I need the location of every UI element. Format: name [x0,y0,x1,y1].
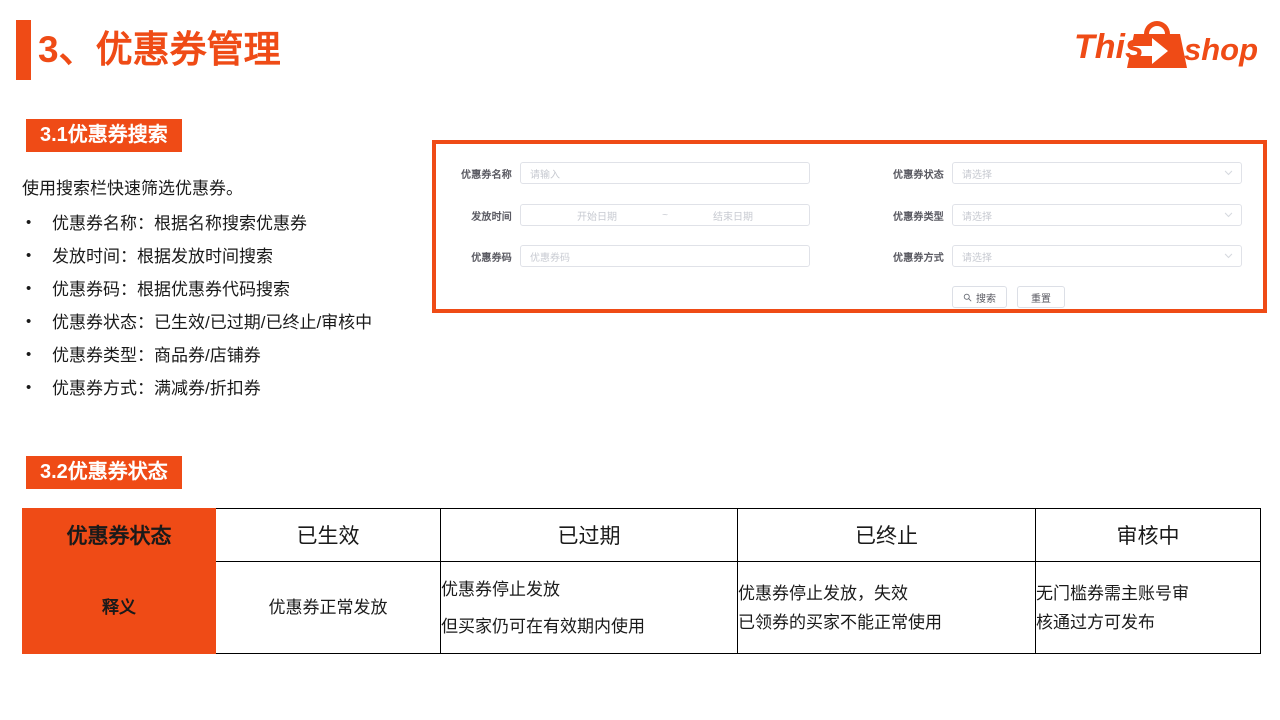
list-item: 优惠券名称：根据名称搜索优惠券 [22,206,442,240]
coupon-status-placeholder: 请选择 [962,169,992,181]
issue-time-start-placeholder: 开始日期 [577,211,617,223]
table-cell-status-0: 已生效 [215,508,441,562]
table-cell-meaning-1: 优惠券停止发放 但买家仍可在有效期内使用 [440,561,738,654]
field-row-coupon-status: 优惠券状态 请选择 [892,162,1242,184]
table-cell-status-1: 已过期 [440,508,738,562]
reset-button-label: 重置 [1031,293,1051,305]
list-item: 优惠券码：根据优惠券代码搜索 [22,272,442,306]
table-row-label-status: 优惠券状态 [22,508,216,562]
search-bullet-list: 优惠券名称：根据名称搜索优惠券 发放时间：根据发放时间搜索 优惠券码：根据优惠券… [22,206,442,405]
table-cell-status-3: 审核中 [1035,508,1261,562]
label-coupon-status: 优惠券状态 [893,169,944,181]
chevron-down-icon [1224,169,1233,178]
field-row-coupon-name: 优惠券名称 请输入 [460,162,810,184]
brand-logo: This shop This shop [1072,16,1262,74]
page-title: 3、优惠券管理 [38,29,281,70]
coupon-type-placeholder: 请选择 [962,211,992,223]
coupon-name-input[interactable]: 请输入 [520,162,810,184]
date-range-separator: ~ [662,209,668,221]
coupon-type-select[interactable]: 请选择 [952,204,1242,226]
coupon-search-panel: 优惠券名称 请输入 发放时间 开始日期 ~ 结束日期 优惠券码 优惠券码 优惠券… [432,140,1267,313]
title-accent-bar [16,20,31,80]
list-item: 优惠券状态：已生效/已过期/已终止/审核中 [22,305,442,339]
chevron-down-icon [1224,252,1233,261]
panel-action-buttons: 搜索 重置 [952,286,1065,308]
field-row-coupon-code: 优惠券码 优惠券码 [460,245,810,267]
search-button[interactable]: 搜索 [952,286,1007,308]
search-description-block: 使用搜索栏快速筛选优惠券。 优惠券名称：根据名称搜索优惠券 发放时间：根据发放时… [22,175,442,405]
field-row-coupon-type: 优惠券类型 请选择 [892,204,1242,226]
coupon-code-placeholder: 优惠券码 [530,252,570,264]
table-cell-meaning-2: 优惠券停止发放，失效 已领券的买家不能正常使用 [737,561,1036,654]
coupon-name-placeholder: 请输入 [530,169,560,181]
issue-time-range-picker[interactable]: 开始日期 ~ 结束日期 [520,204,810,226]
coupon-status-table: 优惠券状态 已生效 已过期 已终止 审核中 释义 优惠券正常发放 优惠券停止发放… [22,508,1261,654]
section-chip-status: 3.2优惠券状态 [26,456,182,489]
label-coupon-name: 优惠券名称 [461,169,512,181]
table-row: 释义 优惠券正常发放 优惠券停止发放 但买家仍可在有效期内使用 优惠券停止发放，… [22,561,1261,654]
list-item: 发放时间：根据发放时间搜索 [22,239,442,273]
table-cell-meaning-3: 无门槛券需主账号审 核通过方可发布 [1035,561,1261,654]
table-row-label-meaning: 释义 [22,561,216,654]
issue-time-end-placeholder: 结束日期 [713,211,753,223]
label-coupon-type: 优惠券类型 [893,211,944,223]
label-coupon-method: 优惠券方式 [893,252,944,264]
coupon-method-placeholder: 请选择 [962,252,992,264]
field-row-coupon-method: 优惠券方式 请选择 [892,245,1242,267]
coupon-method-select[interactable]: 请选择 [952,245,1242,267]
table-cell-status-2: 已终止 [737,508,1036,562]
search-button-label: 搜索 [976,293,996,305]
table-cell-meaning-0: 优惠券正常发放 [215,561,441,654]
svg-text:shop: shop [1184,32,1258,67]
field-row-issue-time: 发放时间 开始日期 ~ 结束日期 [460,204,810,226]
table-row: 优惠券状态 已生效 已过期 已终止 审核中 [22,508,1261,562]
section-chip-search: 3.1优惠券搜索 [26,119,182,152]
label-issue-time: 发放时间 [471,211,512,223]
coupon-status-select[interactable]: 请选择 [952,162,1242,184]
search-icon [963,293,972,302]
coupon-code-input[interactable]: 优惠券码 [520,245,810,267]
list-item: 优惠券类型：商品券/店铺券 [22,338,442,372]
chevron-down-icon [1224,211,1233,220]
search-lead-text: 使用搜索栏快速筛选优惠券。 [22,179,243,198]
reset-button[interactable]: 重置 [1017,286,1065,308]
label-coupon-code: 优惠券码 [471,252,512,264]
list-item: 优惠券方式：满减券/折扣券 [22,371,442,405]
svg-text:This: This [1074,28,1144,66]
